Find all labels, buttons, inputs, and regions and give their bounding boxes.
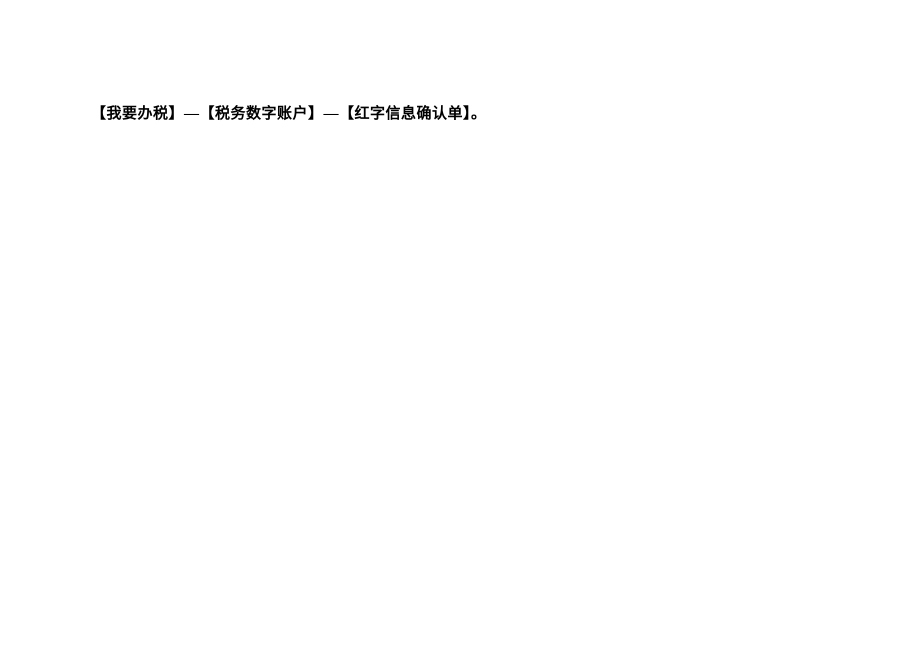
navigation-path-text: 【我要办税】—【税务数字账户】—【红字信息确认单】。: [91, 103, 487, 126]
